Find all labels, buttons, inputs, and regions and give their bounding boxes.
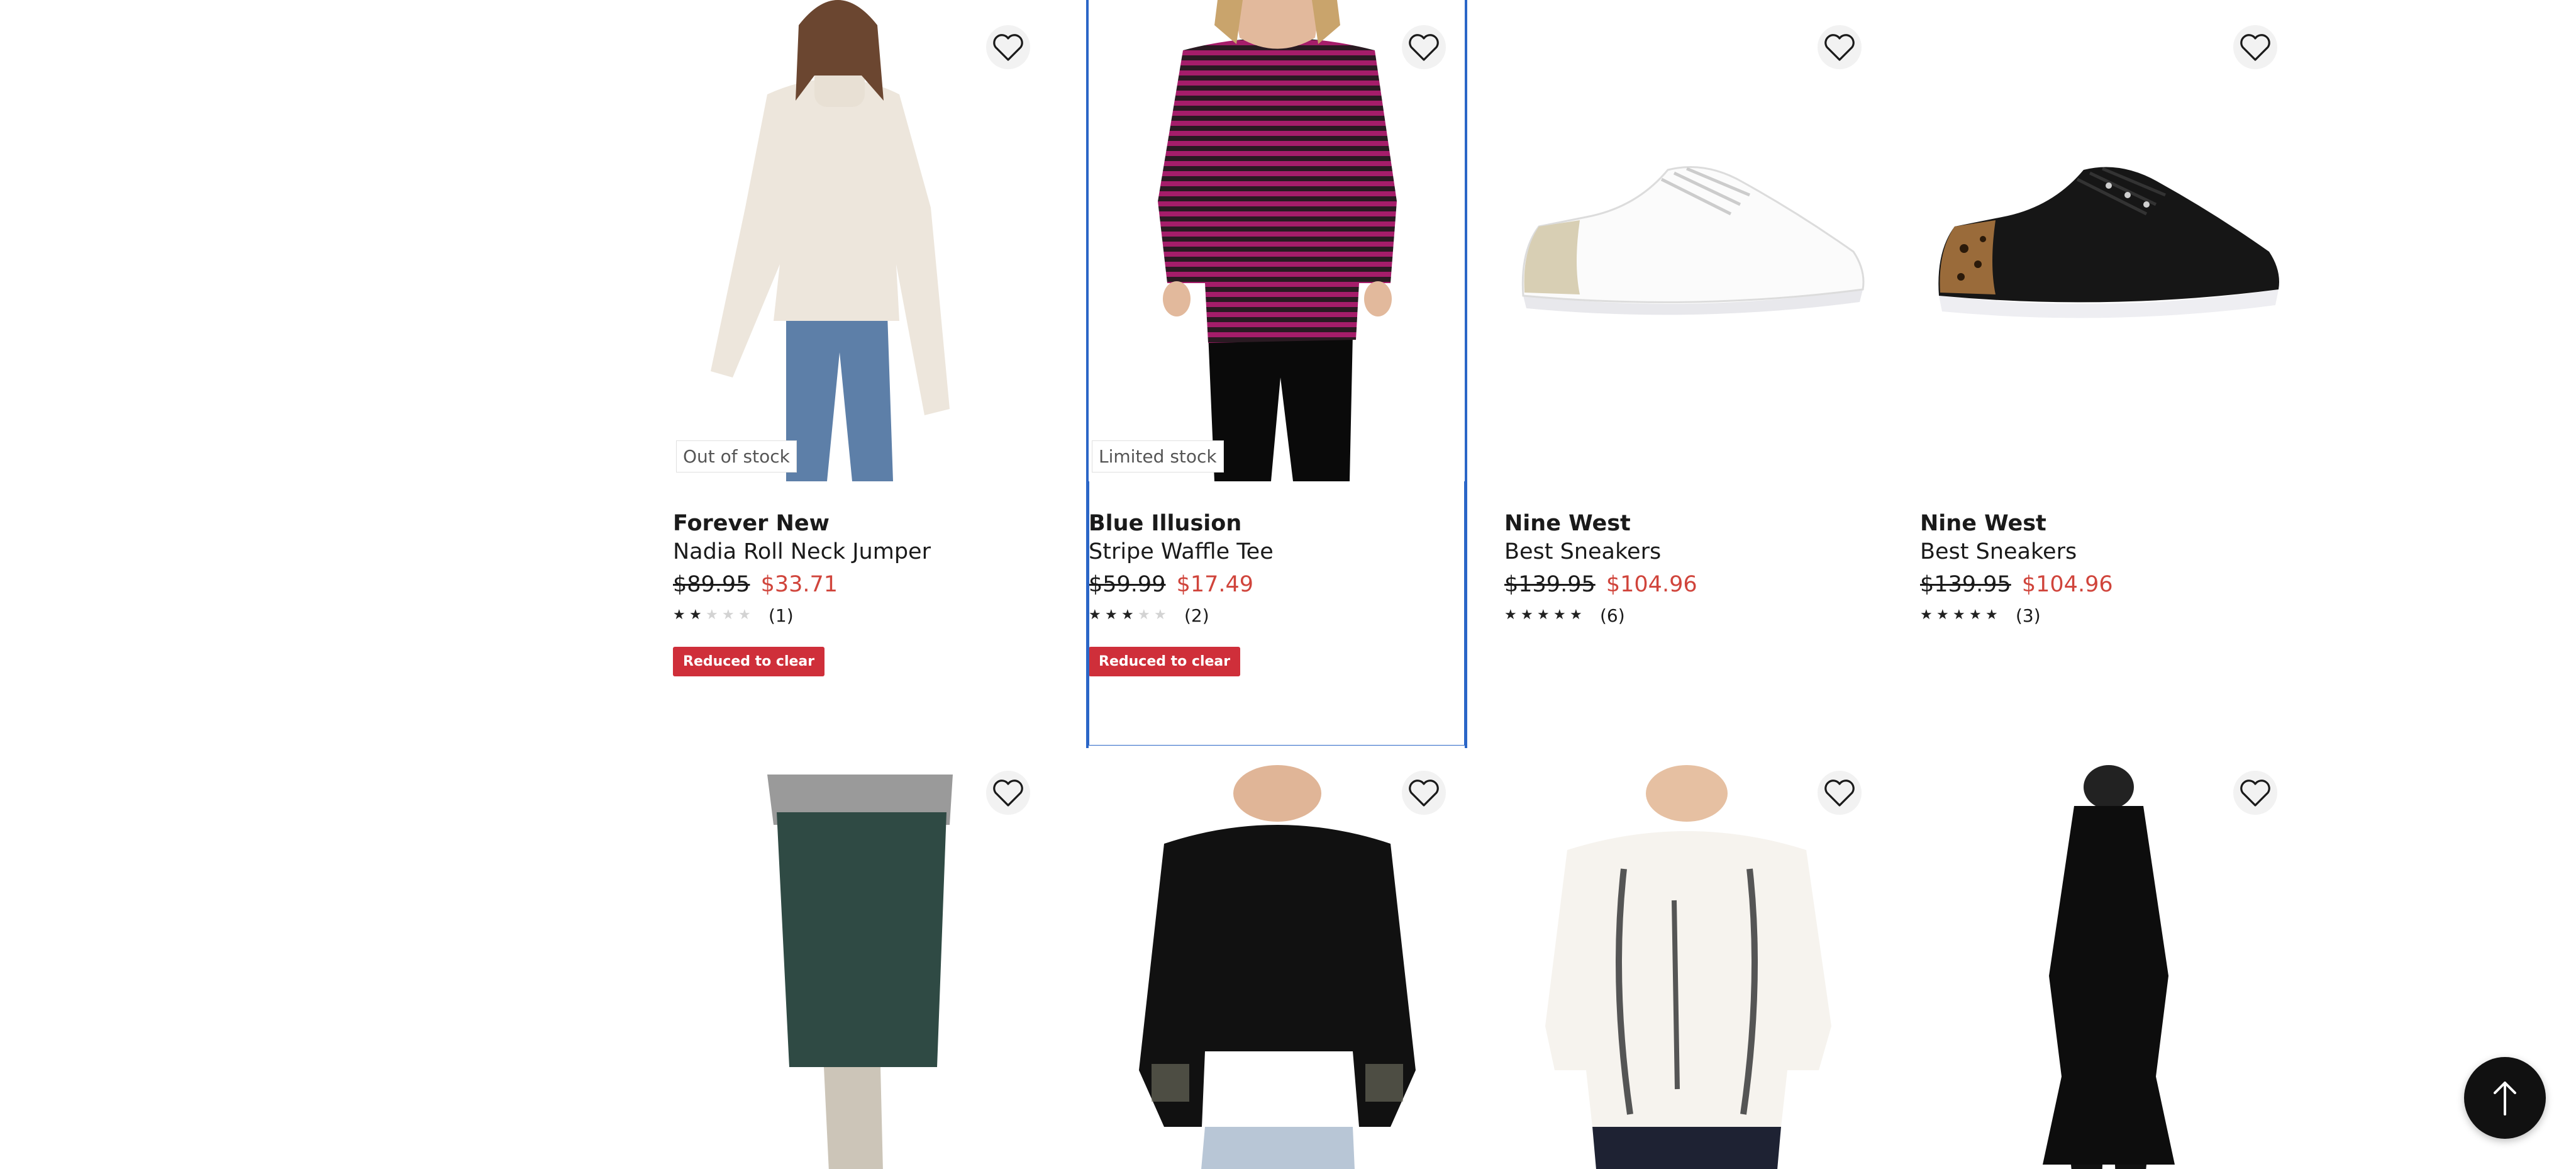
star-icon: ★ (1138, 607, 1150, 623)
review-count: (2) (1184, 605, 1209, 626)
star-icon: ★ (1969, 607, 1982, 623)
product-image[interactable]: Limited stock (1089, 0, 1465, 481)
product-image[interactable] (1504, 0, 1880, 481)
star-icon: ★ (1920, 607, 1933, 623)
wishlist-button[interactable] (986, 25, 1030, 69)
star-rating-icon: ★ ★ ★ ★ ★ (1504, 608, 1586, 622)
price-row: $139.95 $104.96 (1920, 566, 2296, 603)
promo-badge: Reduced to clear (1089, 647, 1241, 676)
review-count: (3) (2016, 605, 2041, 626)
wishlist-button[interactable] (2233, 771, 2277, 815)
product-brand[interactable]: Nine West (1504, 510, 1880, 537)
star-icon: ★ (1521, 607, 1533, 623)
product-card[interactable] (1504, 746, 1880, 1169)
star-icon: ★ (706, 607, 718, 623)
star-rating-icon: ★ ★ ★ ★ ★ (1920, 608, 2002, 622)
original-price: $139.95 (1504, 572, 1596, 597)
wishlist-button[interactable] (986, 771, 1030, 815)
product-info: Blue Illusion Stripe Waffle Tee $59.99 $… (1089, 481, 1465, 676)
rating[interactable]: ★ ★ ★ ★ ★ (1) (673, 603, 1049, 628)
price-row: $59.99 $17.49 (1089, 566, 1465, 603)
product-card[interactable]: Nine West Best Sneakers $139.95 $104.96 … (1920, 0, 2296, 746)
star-icon: ★ (722, 607, 735, 623)
stock-badge: Out of stock (676, 440, 797, 473)
star-icon: ★ (1089, 607, 1101, 623)
heart-outline-icon (1824, 34, 1855, 61)
star-icon: ★ (1154, 607, 1167, 623)
product-image[interactable] (1920, 746, 2296, 1169)
rating[interactable]: ★ ★ ★ ★ ★ (2) (1089, 603, 1465, 628)
promo-badge: Reduced to clear (673, 647, 825, 676)
review-count: (1) (769, 605, 794, 626)
heart-outline-icon (1409, 780, 1439, 807)
sale-price: $17.49 (1176, 572, 1254, 597)
product-card[interactable]: Limited stock Blue Illusion Stripe Waffl… (1086, 0, 1467, 748)
star-icon: ★ (1570, 607, 1582, 623)
product-card[interactable] (1089, 746, 1465, 1169)
rating[interactable]: ★ ★ ★ ★ ★ (6) (1504, 603, 1880, 628)
star-rating-icon: ★ ★ ★ ★ ★ (673, 608, 755, 622)
product-image[interactable] (1089, 746, 1465, 1169)
star-icon: ★ (689, 607, 702, 623)
sale-price: $104.96 (2021, 572, 2113, 597)
price-row: $139.95 $104.96 (1504, 566, 1880, 603)
product-title[interactable]: Best Sneakers (1920, 537, 2296, 566)
original-price: $139.95 (1920, 572, 2011, 597)
product-grid-row-1: Out of stock Forever New Nadia Roll Neck… (673, 0, 2336, 748)
star-icon: ★ (1504, 607, 1517, 623)
heart-outline-icon (2240, 34, 2270, 61)
original-price: $89.95 (673, 572, 750, 597)
product-brand[interactable]: Blue Illusion (1089, 510, 1465, 537)
wishlist-button[interactable] (1402, 771, 1446, 815)
star-icon: ★ (738, 607, 751, 623)
product-title[interactable]: Best Sneakers (1504, 537, 1880, 566)
product-card[interactable]: Out of stock Forever New Nadia Roll Neck… (673, 0, 1049, 746)
star-icon: ★ (1105, 607, 1118, 623)
product-info: Forever New Nadia Roll Neck Jumper $89.9… (673, 481, 1049, 676)
heart-outline-icon (993, 34, 1023, 61)
review-count: (6) (1600, 605, 1625, 626)
wishlist-button[interactable] (1402, 25, 1446, 69)
wishlist-button[interactable] (1818, 25, 1862, 69)
heart-outline-icon (2240, 780, 2270, 807)
star-icon: ★ (1953, 607, 1965, 623)
original-price: $59.99 (1089, 572, 1166, 597)
wishlist-button[interactable] (1818, 771, 1862, 815)
sale-price: $33.71 (760, 572, 838, 597)
star-icon: ★ (1985, 607, 1998, 623)
product-brand[interactable]: Forever New (673, 510, 1049, 537)
product-info: Nine West Best Sneakers $139.95 $104.96 … (1504, 481, 1880, 628)
product-card[interactable] (1920, 746, 2296, 1169)
star-icon: ★ (1936, 607, 1949, 623)
star-icon: ★ (1537, 607, 1550, 623)
product-title[interactable]: Stripe Waffle Tee (1089, 537, 1465, 566)
heart-outline-icon (1824, 780, 1855, 807)
heart-outline-icon (993, 780, 1023, 807)
star-icon: ★ (1121, 607, 1134, 623)
rating[interactable]: ★ ★ ★ ★ ★ (3) (1920, 603, 2296, 628)
star-rating-icon: ★ ★ ★ ★ ★ (1089, 608, 1170, 622)
product-brand[interactable]: Nine West (1920, 510, 2296, 537)
star-icon: ★ (673, 607, 686, 623)
product-card[interactable] (673, 746, 1049, 1169)
stock-badge: Limited stock (1092, 440, 1224, 473)
heart-outline-icon (1409, 34, 1439, 61)
price-row: $89.95 $33.71 (673, 566, 1049, 603)
star-icon: ★ (1553, 607, 1566, 623)
sale-price: $104.96 (1606, 572, 1697, 597)
product-title[interactable]: Nadia Roll Neck Jumper (673, 537, 1049, 566)
product-image[interactable]: Out of stock (673, 0, 1049, 481)
back-to-top-button[interactable] (2464, 1057, 2546, 1139)
product-info: Nine West Best Sneakers $139.95 $104.96 … (1920, 481, 2296, 628)
product-image[interactable] (1504, 746, 1880, 1169)
wishlist-button[interactable] (2233, 25, 2277, 69)
product-image[interactable] (673, 746, 1049, 1169)
product-grid-row-2 (673, 746, 2336, 1169)
arrow-up-icon (2494, 1082, 2516, 1116)
product-card[interactable]: Nine West Best Sneakers $139.95 $104.96 … (1504, 0, 1880, 746)
product-image[interactable] (1920, 0, 2296, 481)
